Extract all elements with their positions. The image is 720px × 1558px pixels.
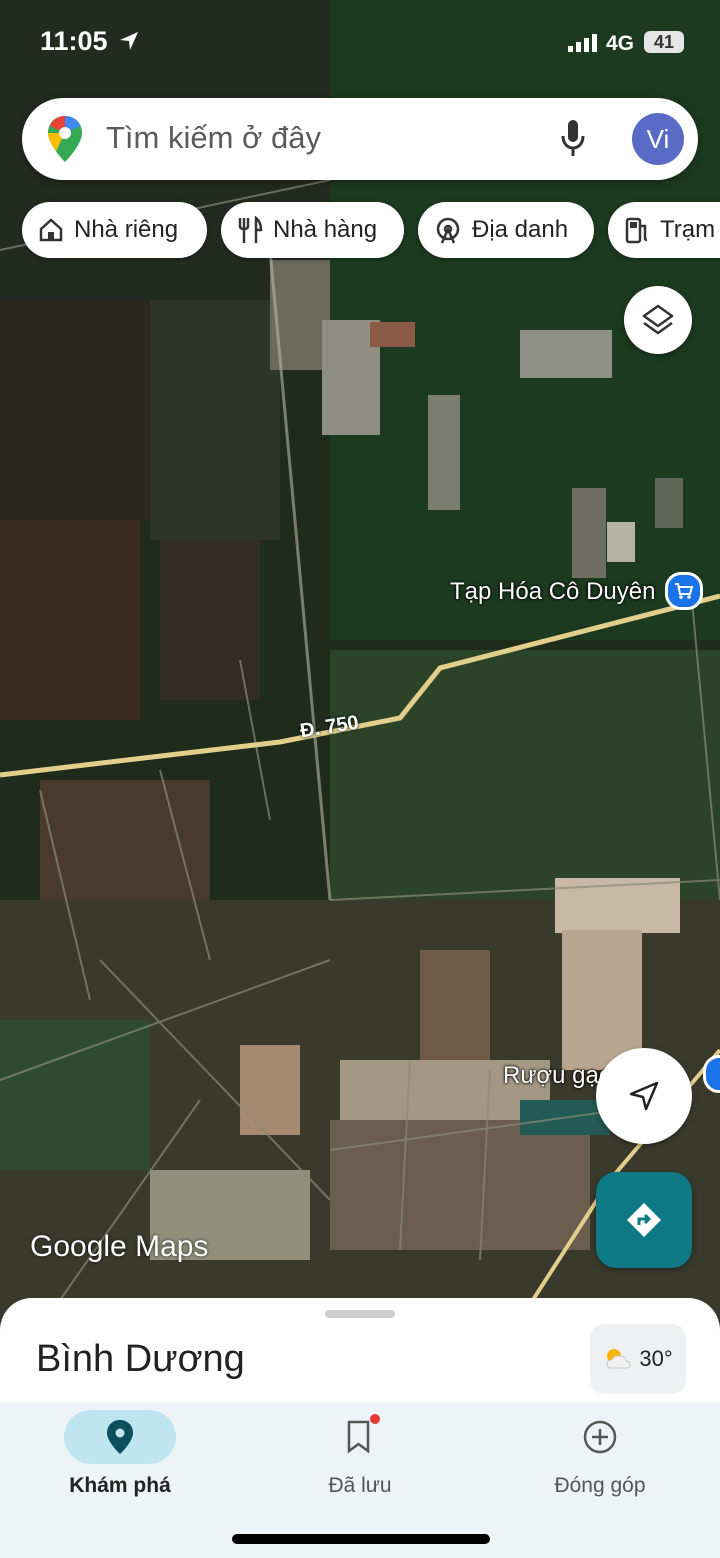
nav-contribute[interactable]: Đóng góp: [480, 1402, 720, 1522]
poi-label[interactable]: Rượu gạo: [503, 1062, 612, 1090]
nav-label: Đã lưu: [328, 1474, 392, 1497]
chip-gas-stations[interactable]: Trạm: [608, 202, 720, 258]
drag-handle[interactable]: [325, 1310, 395, 1318]
restaurant-icon: [238, 216, 263, 243]
clock: 11:05: [40, 26, 108, 56]
chip-label: Nhà riêng: [74, 216, 179, 243]
layers-icon: [642, 304, 674, 335]
chip-label: Nhà hàng: [273, 216, 378, 243]
weather-badge[interactable]: 30°: [590, 1324, 686, 1394]
gas-station-icon: [625, 217, 648, 244]
notification-dot: [370, 1414, 380, 1424]
my-location-button[interactable]: [596, 1048, 692, 1144]
nav-label: Đóng góp: [554, 1474, 646, 1497]
nav-label: Khám phá: [69, 1474, 171, 1497]
contribute-plus-icon: [583, 1420, 617, 1454]
saved-bookmark-icon: [347, 1420, 370, 1454]
search-bar[interactable]: Tìm kiếm ở đây Vi: [22, 98, 698, 180]
place-title: Bình Dương: [36, 1338, 245, 1380]
chip-home[interactable]: Nhà riêng: [22, 202, 207, 258]
poi-label[interactable]: Tạp Hóa Cô Duyên: [450, 578, 655, 606]
search-input[interactable]: Tìm kiếm ở đây: [106, 120, 321, 156]
shopping-cart-icon[interactable]: [665, 572, 703, 610]
nav-explore[interactable]: Khám phá: [0, 1402, 240, 1522]
navigation-arrow-icon: [629, 1081, 659, 1111]
location-arrow-icon: [118, 30, 140, 58]
status-bar: 11:05 4G 41: [0, 0, 720, 80]
network-type: 4G: [606, 32, 635, 55]
google-maps-logo-icon: [48, 116, 82, 167]
microphone-icon[interactable]: [560, 120, 586, 163]
chip-restaurants[interactable]: Nhà hàng: [221, 202, 404, 258]
temperature: 30°: [639, 1346, 673, 1371]
home-indicator[interactable]: [232, 1534, 490, 1544]
partly-cloudy-icon: [606, 1349, 631, 1369]
account-avatar[interactable]: Vi: [632, 113, 684, 165]
chip-landmarks[interactable]: Địa danh: [418, 202, 594, 258]
google-maps-watermark: Google Maps: [30, 1230, 209, 1263]
chip-label: Địa danh: [472, 216, 569, 243]
explore-pin-icon: [107, 1420, 133, 1454]
home-icon: [39, 218, 63, 242]
battery-level: 41: [644, 31, 684, 53]
layers-button[interactable]: [624, 286, 692, 354]
cellular-signal-icon: [568, 34, 600, 57]
directions-button[interactable]: [596, 1172, 692, 1268]
landmark-icon: [436, 217, 460, 244]
nav-saved[interactable]: Đã lưu: [240, 1402, 480, 1522]
directions-icon: [627, 1203, 661, 1237]
chip-label: Trạm: [660, 216, 716, 243]
